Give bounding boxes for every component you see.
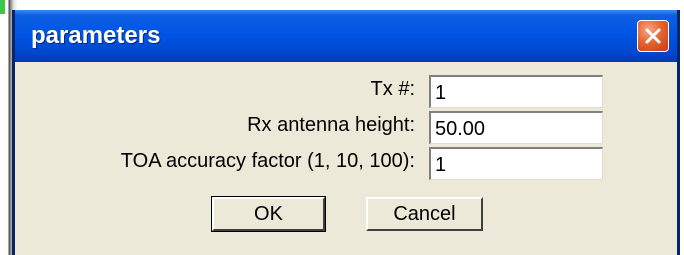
rx-antenna-height-input[interactable]: 50.00 [429, 111, 603, 144]
cancel-button[interactable]: Cancel [366, 197, 483, 231]
tx-number-label: Tx #: [370, 78, 415, 100]
ok-button[interactable]: OK [211, 196, 326, 232]
close-button[interactable] [637, 20, 669, 52]
close-icon [645, 28, 661, 44]
title-bar[interactable]: parameters [15, 10, 677, 62]
window-title: parameters [31, 22, 161, 49]
toa-accuracy-factor-input[interactable]: 1 [429, 147, 603, 180]
toa-accuracy-factor-label: TOA accuracy factor (1, 10, 100): [120, 150, 415, 172]
tx-number-input[interactable]: 1 [429, 75, 603, 108]
parameters-dialog: parameters Tx #: 1 Rx antenna height: 50… [12, 10, 680, 255]
background-window-accent [0, 0, 5, 14]
rx-antenna-height-label: Rx antenna height: [247, 114, 415, 136]
